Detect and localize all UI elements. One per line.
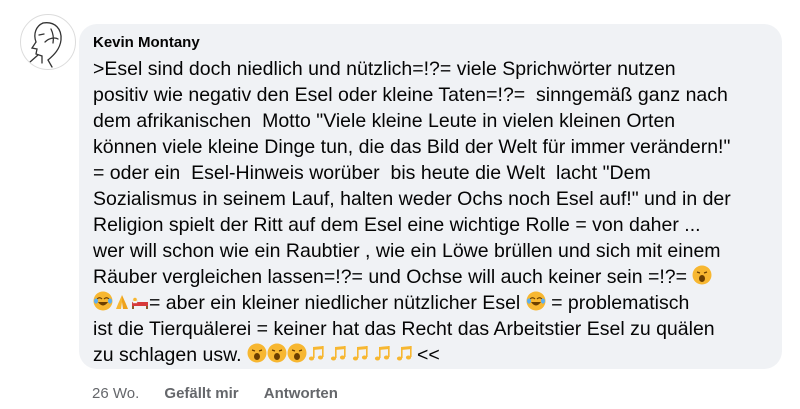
comment-line: dem afrikanischen Motto "Viele kleine Le… bbox=[93, 110, 676, 132]
comment-line: Räuber vergleichen lassen=!?= und Ochse … bbox=[93, 264, 768, 290]
musical-notes-icon bbox=[308, 346, 324, 361]
musical-notes-icon bbox=[352, 346, 368, 361]
avatar-sketch-icon bbox=[29, 22, 62, 68]
musical-notes-icon bbox=[330, 346, 346, 361]
comment-line: positiv wie negativ den Esel oder kleine… bbox=[93, 84, 728, 106]
person-in-bed-icon bbox=[132, 297, 148, 309]
comment-line: wer will schon wie ein Raubtier , wie ei… bbox=[93, 240, 721, 262]
comment-timestamp[interactable]: 26 Wo. bbox=[92, 385, 139, 402]
yawning-face-icon bbox=[247, 343, 267, 363]
musical-notes-icon bbox=[374, 346, 390, 361]
comment-line: Sozialismus in seinem Lauf, halten weder… bbox=[93, 188, 731, 210]
comment-line-text: << bbox=[416, 344, 440, 366]
folded-hands-icon bbox=[116, 295, 128, 309]
comment-line-text: = problematisch bbox=[545, 292, 690, 314]
comment-actions: 26 Wo. Gefällt mir Antworten bbox=[92, 384, 359, 404]
comment-line: = aber ein kleiner niedlicher nützlicher… bbox=[93, 290, 768, 316]
avatar[interactable] bbox=[20, 14, 76, 70]
comment-line: >Esel sind doch niedlich und nützlich=!?… bbox=[93, 58, 676, 80]
tears-of-joy-face-icon bbox=[93, 291, 113, 311]
comment-line-text: = aber ein kleiner niedlicher nützlicher… bbox=[149, 292, 526, 314]
comment-line: zu schlagen usw. << bbox=[93, 342, 768, 368]
comment-line: ist die Tierquälerei = keiner hat das Re… bbox=[93, 318, 715, 340]
yawning-face-icon bbox=[692, 265, 712, 285]
musical-notes-icon bbox=[396, 346, 412, 361]
tears-of-joy-face-icon bbox=[526, 291, 546, 311]
comment-line-text: zu schlagen usw. bbox=[93, 344, 247, 366]
comment-bubble: Kevin Montany >Esel sind doch niedlich u… bbox=[79, 24, 782, 369]
yawning-face-icon bbox=[287, 343, 307, 363]
comment-line-text: Räuber vergleichen lassen=!?= und Ochse … bbox=[93, 266, 693, 288]
comment-text: >Esel sind doch niedlich und nützlich=!?… bbox=[93, 56, 768, 368]
comment-line: können viele kleine Dinge tun, die das B… bbox=[93, 136, 731, 158]
comment-author[interactable]: Kevin Montany bbox=[93, 34, 768, 52]
like-button[interactable]: Gefällt mir bbox=[164, 385, 238, 402]
yawning-face-icon bbox=[267, 343, 287, 363]
reply-button[interactable]: Antworten bbox=[264, 385, 338, 402]
comment-line: = oder ein Esel-Hinweis worüber bis heut… bbox=[93, 162, 651, 184]
comment-line: Religion spielt der Ritt auf dem Esel ei… bbox=[93, 214, 701, 236]
